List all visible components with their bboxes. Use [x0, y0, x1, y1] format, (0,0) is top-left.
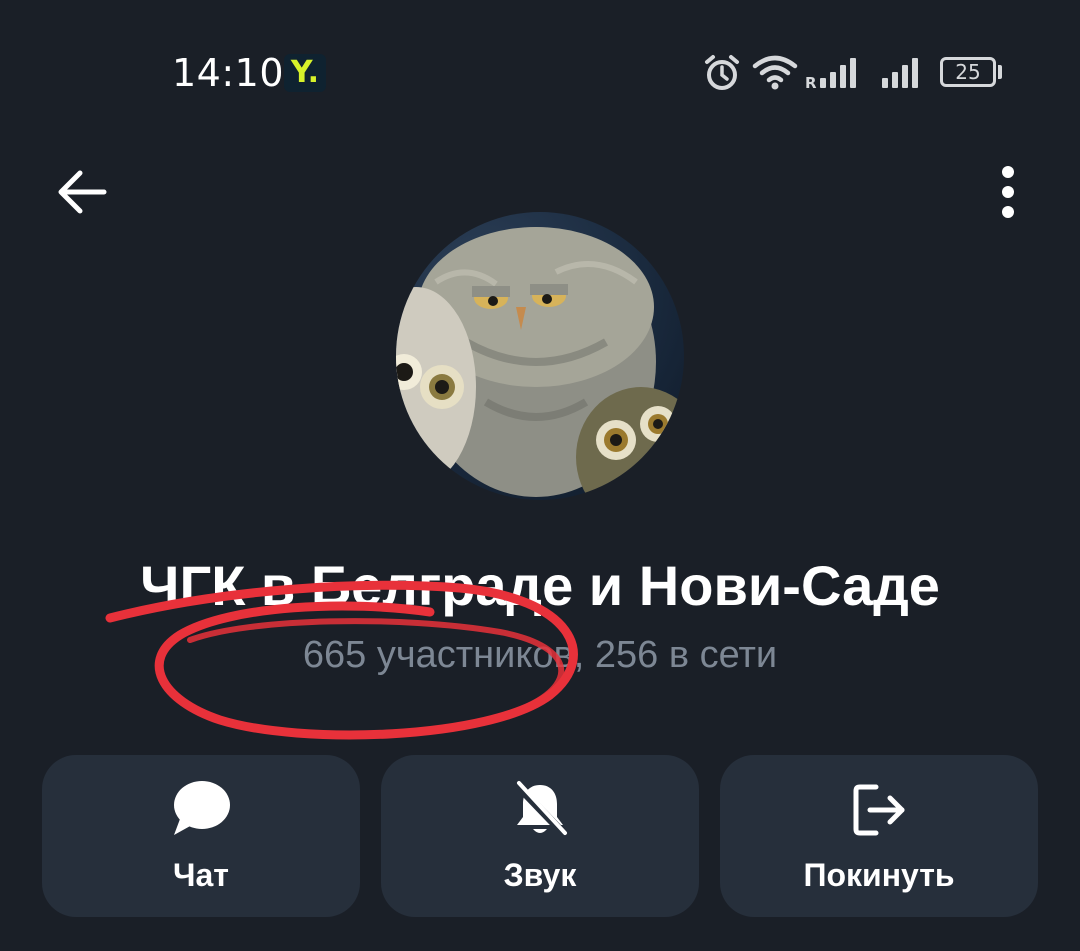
roaming-marker: R	[805, 74, 817, 90]
status-time: 14:10	[172, 51, 285, 95]
group-title: ЧГК в Белграде и Нови-Саде	[140, 554, 940, 617]
battery-tip	[998, 65, 1002, 79]
bell-muted-icon	[381, 777, 699, 843]
leave-button[interactable]: Покинуть	[720, 755, 1038, 917]
chat-button-label: Чат	[173, 857, 229, 893]
action-buttons-row: Чат Звук Покинуть	[42, 755, 1038, 917]
signal-roaming-icon: R	[805, 58, 856, 90]
sound-button-label: Звук	[503, 857, 577, 893]
sound-button[interactable]: Звук	[381, 755, 699, 917]
arrow-left-icon	[58, 170, 107, 214]
leave-button-label: Покинуть	[803, 857, 955, 893]
chat-button[interactable]: Чат	[42, 755, 360, 917]
signal-icon	[882, 58, 918, 88]
chat-bubble-icon	[42, 777, 360, 843]
status-icons: R 25	[700, 50, 1020, 100]
yandex-app-icon: Y.	[284, 54, 326, 92]
more-vertical-icon	[1002, 166, 1014, 218]
more-options-button[interactable]	[980, 160, 1036, 224]
wifi-icon	[752, 55, 798, 90]
leave-icon	[720, 777, 1038, 843]
battery-icon: 25	[940, 57, 996, 87]
owls-avatar-image	[396, 227, 684, 500]
group-avatar[interactable]	[396, 212, 684, 500]
alarm-icon	[705, 55, 739, 90]
back-button[interactable]	[48, 160, 120, 224]
group-members-count[interactable]: 665 участников, 256 в сети	[0, 630, 1080, 680]
status-bar: 14:10 Y. R 25	[0, 0, 1080, 150]
battery-level: 25	[955, 60, 981, 84]
